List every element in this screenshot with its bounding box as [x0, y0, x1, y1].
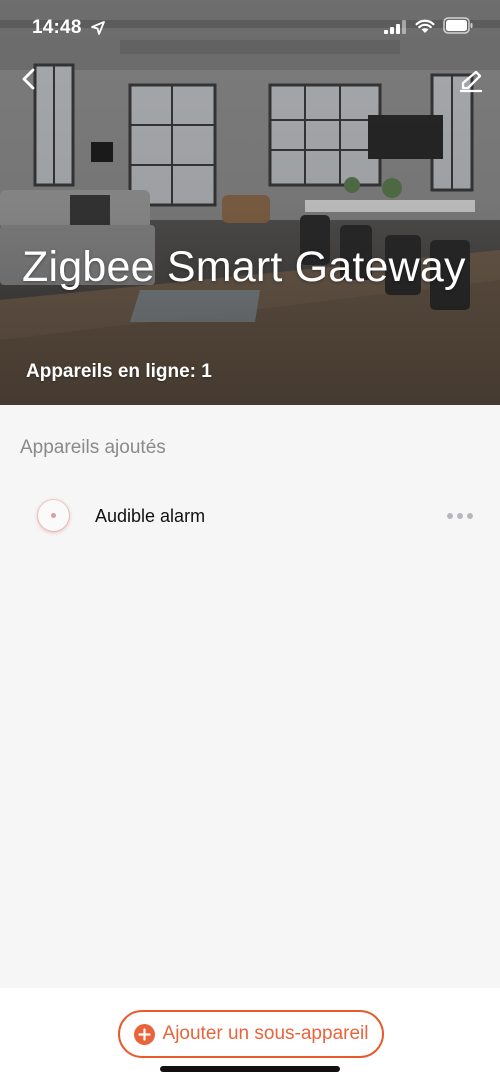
device-name: Audible alarm — [95, 506, 206, 526]
back-button[interactable] — [12, 62, 46, 96]
plus-circle-icon — [133, 1023, 155, 1045]
chevron-left-icon — [22, 68, 35, 90]
status-time: 14:48 — [32, 17, 82, 38]
alarm-device-icon — [38, 500, 69, 531]
online-devices-count: Appareils en ligne: 1 — [26, 361, 212, 382]
cellular-signal-icon — [384, 20, 406, 34]
added-devices-section-title: Appareils ajoutés — [20, 437, 166, 458]
location-arrow-icon — [91, 21, 105, 35]
wifi-icon — [415, 19, 435, 33]
device-row-audible-alarm[interactable]: Audible alarm — [0, 490, 500, 544]
header-hero: 14:48 Zigbee Smart Gateway Appareils en … — [0, 0, 500, 405]
device-more-button[interactable] — [440, 504, 480, 528]
battery-icon — [443, 17, 473, 34]
gateway-title: Zigbee Smart Gateway — [22, 243, 466, 291]
pencil-icon — [459, 70, 483, 93]
status-bar: 14:48 — [0, 0, 500, 56]
hero-overlay — [0, 0, 500, 405]
add-subdevice-button[interactable]: Ajouter un sous-appareil — [118, 1010, 384, 1058]
add-subdevice-label: Ajouter un sous-appareil — [162, 1023, 369, 1044]
ellipsis-icon — [447, 513, 453, 519]
edit-button[interactable] — [454, 64, 488, 98]
home-indicator[interactable] — [160, 1066, 340, 1072]
